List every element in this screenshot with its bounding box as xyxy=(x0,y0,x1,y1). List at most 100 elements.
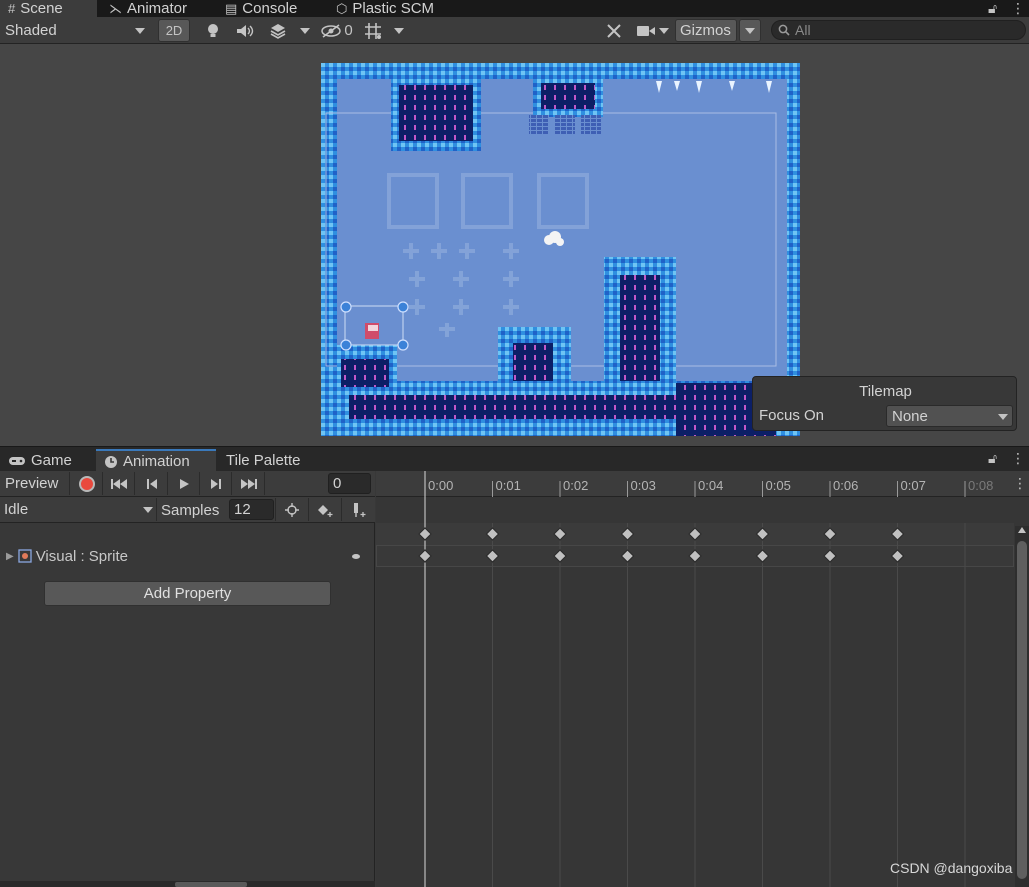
focus-on-value: None xyxy=(892,407,928,425)
tab-plastic-scm[interactable]: ⬡ Plastic SCM xyxy=(328,0,458,17)
shading-mode-dropdown[interactable]: Shaded xyxy=(0,19,152,42)
tab-label: Console xyxy=(242,0,298,17)
clip-selector-dropdown[interactable]: Idle xyxy=(0,498,157,521)
first-keyframe-button[interactable] xyxy=(103,472,135,495)
tilemap-level xyxy=(321,63,800,436)
effects-toggle-button[interactable] xyxy=(264,19,292,42)
tab-label: Plastic SCM xyxy=(352,0,435,17)
more-options-icon[interactable]: ⋮ xyxy=(1011,450,1025,467)
summary-keyframe[interactable] xyxy=(620,527,635,541)
timeline-overlay: 0:00 0:01 0:02 0:03 0:04 0:05 0:06 0:07 0:08 xyxy=(418,471,993,887)
chevron-down-icon xyxy=(659,27,669,34)
ruler-tick-label: 0:00 xyxy=(428,478,453,493)
add-event-icon xyxy=(354,502,366,517)
property-track-visual-sprite[interactable]: ▶ Visual : Sprite xyxy=(0,545,375,567)
hierarchy-scroll-thumb[interactable] xyxy=(175,882,247,887)
timeline-scroll-thumb[interactable] xyxy=(1017,541,1027,879)
camera-icon xyxy=(637,25,655,36)
effects-dropdown[interactable] xyxy=(296,19,314,42)
samples-field[interactable]: 12 xyxy=(229,499,274,520)
gizmos-button[interactable]: Gizmos xyxy=(675,19,737,42)
play-button[interactable] xyxy=(168,472,200,495)
more-options-icon[interactable]: ⋮ xyxy=(1011,0,1025,17)
current-frame-field[interactable]: 0 xyxy=(328,473,371,494)
tools-button[interactable] xyxy=(601,19,627,42)
toggle-2d-label: 2D xyxy=(165,23,183,38)
add-keyframe-button[interactable] xyxy=(308,498,341,521)
record-icon xyxy=(78,475,95,492)
summary-keyframe[interactable] xyxy=(823,527,837,541)
ruler-tick-label: 0:01 xyxy=(496,478,521,493)
skip-to-end-icon xyxy=(240,478,257,489)
preview-toggle[interactable]: Preview xyxy=(0,472,70,495)
lock-icon[interactable]: 🔓︎ xyxy=(988,450,997,467)
summary-keyframe[interactable] xyxy=(418,527,432,541)
sprite-keyframe[interactable] xyxy=(620,549,635,563)
chevron-down-icon xyxy=(135,28,145,34)
scene-search-field[interactable]: All xyxy=(771,20,1026,40)
eye-slash-icon xyxy=(321,23,342,38)
tab-animator[interactable]: ⋋ Animator xyxy=(101,0,216,17)
ruler-tick-label: 0:06 xyxy=(833,478,858,493)
gamepad-icon xyxy=(9,456,25,465)
current-frame-value: 0 xyxy=(333,475,342,492)
tab-tile-palette[interactable]: Tile Palette xyxy=(218,449,338,472)
ruler-tick-label: 0:07 xyxy=(901,478,926,493)
ruler-tick-label: 0:03 xyxy=(631,478,656,493)
tab-animation[interactable]: Animation xyxy=(96,449,216,472)
scene-viewport[interactable]: Tilemap Focus On None xyxy=(0,44,1029,446)
sprite-renderer-icon xyxy=(18,549,32,563)
lock-icon[interactable]: 🔓︎ xyxy=(988,0,997,17)
add-keyframe-icon xyxy=(318,504,333,517)
tab-label: Scene xyxy=(20,0,63,17)
preview-label: Preview xyxy=(5,475,59,492)
tab-scene[interactable]: # Scene xyxy=(0,0,97,17)
record-button[interactable] xyxy=(71,472,103,495)
tab-game[interactable]: Game xyxy=(0,449,92,472)
chevron-down-icon xyxy=(745,28,755,34)
focus-on-dropdown[interactable]: None xyxy=(886,405,1013,427)
tab-label: Tile Palette xyxy=(226,452,301,469)
toggle-2d-button[interactable]: 2D xyxy=(158,19,190,42)
light-bulb-icon xyxy=(208,23,218,37)
summary-keyframe[interactable] xyxy=(553,527,567,541)
expand-arrow-icon[interactable]: ▶ xyxy=(6,551,14,562)
scene-visibility-button[interactable]: 0 xyxy=(318,19,356,42)
tilemap-overlay-panel: Tilemap Focus On None xyxy=(752,376,1017,431)
summary-keyframe[interactable] xyxy=(485,527,500,541)
sprite-keyframe[interactable] xyxy=(485,549,500,563)
summary-keyframe[interactable] xyxy=(890,527,905,541)
tab-console[interactable]: ▤ Console xyxy=(217,0,327,17)
grid-snap-dropdown[interactable] xyxy=(390,19,408,42)
sprite-keyframe[interactable] xyxy=(688,549,702,563)
gizmos-dropdown[interactable] xyxy=(739,19,761,42)
add-property-button[interactable]: Add Property xyxy=(44,581,331,606)
sprite-keyframe[interactable] xyxy=(418,549,432,563)
scroll-up-arrow-icon[interactable] xyxy=(1018,527,1026,533)
more-options-icon[interactable]: ⋮ xyxy=(1013,475,1027,492)
audio-toggle-button[interactable] xyxy=(232,19,258,42)
property-options-icon[interactable] xyxy=(352,554,360,559)
animation-hierarchy-pane: Preview 0 Idle Samples 12 ▶ Visual: Spr… xyxy=(0,471,375,887)
summary-keyframe[interactable] xyxy=(755,527,770,541)
filter-by-selection-button[interactable] xyxy=(275,498,308,521)
step-forward-icon xyxy=(210,478,221,489)
add-event-button[interactable] xyxy=(341,498,374,521)
sprite-keyframe[interactable] xyxy=(823,549,837,563)
clip-name: Idle xyxy=(4,501,29,518)
sprite-keyframe[interactable] xyxy=(890,549,905,563)
last-keyframe-button[interactable] xyxy=(233,472,265,495)
sprite-keyframe[interactable] xyxy=(755,549,770,563)
sprite-keyframe[interactable] xyxy=(553,549,567,563)
grid-snap-button[interactable] xyxy=(360,19,386,42)
next-keyframe-button[interactable] xyxy=(200,472,232,495)
previous-keyframe-button[interactable] xyxy=(136,472,168,495)
camera-settings-button[interactable] xyxy=(633,19,673,42)
lighting-toggle-button[interactable] xyxy=(200,19,226,42)
watermark: CSDN @dangoxiba xyxy=(890,860,1013,876)
dopesheet-timeline[interactable]: 0:00 0:01 0:02 0:03 0:04 0:05 0:06 0:07 0:08 ⋮ xyxy=(376,471,1029,887)
ruler-tick-label: 0:05 xyxy=(766,478,791,493)
ruler-tick-label: 0:02 xyxy=(563,478,588,493)
summary-keyframe[interactable] xyxy=(688,527,702,541)
search-icon xyxy=(778,24,790,36)
